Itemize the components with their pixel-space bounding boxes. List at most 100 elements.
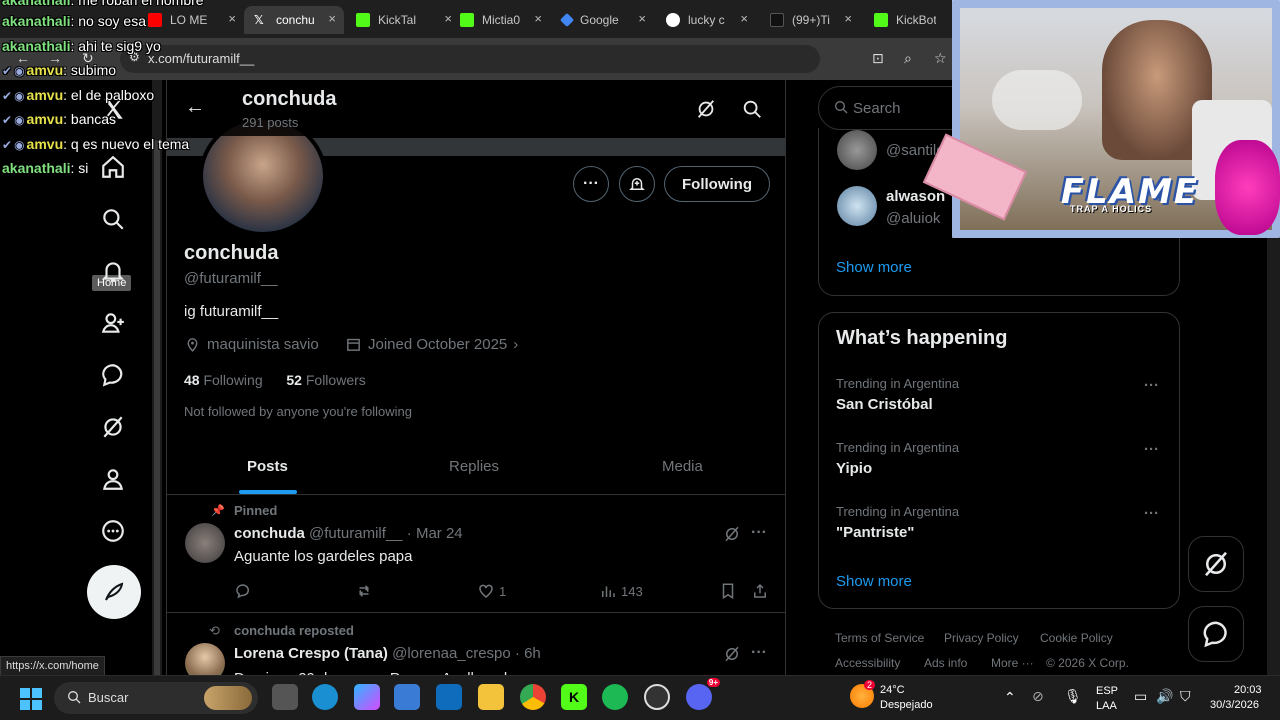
repost-button[interactable] xyxy=(355,582,377,600)
obs-icon[interactable] xyxy=(644,684,670,710)
windows-start-icon[interactable] xyxy=(20,688,42,710)
messages-icon[interactable] xyxy=(98,360,128,390)
trend-more-button[interactable]: ··· xyxy=(1144,505,1159,522)
zoom-icon[interactable]: ⌕ xyxy=(904,50,912,67)
browser-tab[interactable]: Mictia0 × xyxy=(460,6,542,34)
following-count-link[interactable]: 48 Following xyxy=(184,372,263,388)
footer-accessibility-link[interactable]: Accessibility xyxy=(835,656,900,670)
compose-post-button[interactable] xyxy=(87,565,141,619)
trend-name[interactable]: "Pantriste" xyxy=(836,524,914,541)
copilot-icon[interactable] xyxy=(354,684,380,710)
browser-tab[interactable]: Google × xyxy=(559,6,646,34)
close-tab-icon[interactable]: × xyxy=(444,11,452,26)
like-button[interactable]: 1 xyxy=(477,582,506,600)
bookmark-star-icon[interactable]: ☆ xyxy=(934,50,947,67)
follow-icon[interactable] xyxy=(98,308,128,338)
chevron-up-icon[interactable]: ⌃ xyxy=(1004,689,1016,706)
discord-icon[interactable]: 9+ xyxy=(686,678,720,710)
language-indicator[interactable]: ESP xyxy=(1096,685,1118,697)
messages-floating-button[interactable] xyxy=(1188,606,1244,662)
task-view-icon[interactable] xyxy=(272,684,298,710)
close-tab-icon[interactable]: × xyxy=(638,11,646,26)
tab-posts[interactable]: Posts xyxy=(247,458,288,475)
close-tab-icon[interactable]: × xyxy=(740,11,748,26)
footer-more-link[interactable]: More ··· xyxy=(991,656,1034,670)
taskbar-search-input[interactable]: Buscar xyxy=(54,682,258,714)
wifi-off-icon[interactable]: ⊘ xyxy=(1032,688,1044,705)
browser-tab-active[interactable]: 𝕏 conchu × xyxy=(244,6,344,34)
keyboard-layout[interactable]: LAA xyxy=(1096,700,1117,712)
tweet-author-name[interactable]: Lorena Crespo (Tana) xyxy=(234,645,388,662)
browser-tab[interactable]: KickTal × xyxy=(356,6,452,34)
grok-icon[interactable] xyxy=(98,412,128,442)
chrome-icon[interactable] xyxy=(520,684,546,710)
mod-badge-icon: ◉ xyxy=(14,89,25,103)
recommendation-name[interactable]: alwason xyxy=(886,188,945,205)
recommendation-avatar[interactable] xyxy=(837,130,877,170)
tweet-avatar[interactable] xyxy=(185,523,225,563)
footer-cookie-link[interactable]: Cookie Policy xyxy=(1040,631,1113,645)
footer-ads-link[interactable]: Ads info xyxy=(924,656,967,670)
grok-icon[interactable] xyxy=(723,645,741,668)
trend-more-button[interactable]: ··· xyxy=(1144,441,1159,458)
footer-privacy-link[interactable]: Privacy Policy xyxy=(944,631,1019,645)
grok-icon[interactable] xyxy=(723,525,741,548)
views-button[interactable]: 143 xyxy=(599,582,643,600)
notifications-icon[interactable] xyxy=(98,256,128,286)
browser-tab[interactable]: (99+)Ti × xyxy=(770,6,852,34)
tweet-more-button[interactable]: ··· xyxy=(751,524,767,542)
browser-tab[interactable]: KickBot xyxy=(874,6,954,34)
footer-terms-link[interactable]: Terms of Service xyxy=(835,631,924,645)
close-tab-icon[interactable]: × xyxy=(844,11,852,26)
close-tab-icon[interactable]: × xyxy=(534,11,542,26)
more-options-button[interactable]: ··· xyxy=(573,166,609,202)
show-more-link[interactable]: Show more xyxy=(836,573,912,590)
browser-tab[interactable]: lucky c × xyxy=(666,6,748,34)
store-icon[interactable] xyxy=(394,684,420,710)
tab-media[interactable]: Media xyxy=(662,458,703,475)
tweet-date[interactable]: · 6h xyxy=(515,645,541,662)
recommendation-handle[interactable]: @aluiok xyxy=(886,210,940,227)
more-icon[interactable] xyxy=(98,516,128,546)
following-button[interactable]: Following xyxy=(664,166,770,202)
reposted-label[interactable]: conchuda reposted xyxy=(234,623,354,638)
tweet-author-name[interactable]: conchuda xyxy=(234,525,305,542)
recommendation-avatar[interactable] xyxy=(837,186,877,226)
close-tab-icon[interactable]: × xyxy=(328,11,336,26)
clock-time[interactable]: 20:03 xyxy=(1234,684,1262,696)
followers-count-link[interactable]: 52 Followers xyxy=(286,372,365,388)
display-icon[interactable]: ▭ xyxy=(1134,688,1147,705)
spotify-icon[interactable] xyxy=(602,684,628,710)
volume-icon[interactable]: 🔊 xyxy=(1156,688,1173,705)
weather-icon[interactable]: 2 xyxy=(850,680,876,708)
outlook-icon[interactable] xyxy=(436,684,462,710)
bookmark-button[interactable] xyxy=(719,582,741,600)
weather-temp[interactable]: 24°C xyxy=(880,684,905,696)
notify-bell-button[interactable] xyxy=(619,166,655,202)
kick-app-icon[interactable]: K xyxy=(561,684,587,710)
file-explorer-icon[interactable] xyxy=(478,684,504,710)
tweet-date[interactable]: · Mar 24 xyxy=(407,525,463,542)
edge-icon[interactable] xyxy=(312,684,338,710)
security-shield-icon[interactable]: ⛉ xyxy=(1180,688,1191,705)
tweet-author-handle[interactable]: @lorenaa_crespo xyxy=(392,645,511,662)
profile-joined[interactable]: Joined October 2025 › xyxy=(345,336,518,353)
search-icon[interactable] xyxy=(741,98,763,125)
tab-replies[interactable]: Replies xyxy=(449,458,499,475)
clock-date[interactable]: 30/3/2026 xyxy=(1210,699,1259,711)
trend-name[interactable]: Yipio xyxy=(836,460,872,477)
weather-desc[interactable]: Despejado xyxy=(880,699,933,711)
explore-icon[interactable] xyxy=(98,204,128,234)
share-button[interactable] xyxy=(751,582,773,600)
microphone-icon[interactable]: 🎙 xyxy=(1064,688,1082,705)
grok-floating-button[interactable] xyxy=(1188,536,1244,592)
show-more-link[interactable]: Show more xyxy=(836,259,912,276)
profile-icon[interactable] xyxy=(98,464,128,494)
trend-more-button[interactable]: ··· xyxy=(1144,377,1159,394)
reply-button[interactable] xyxy=(234,582,256,600)
trend-name[interactable]: San Cristóbal xyxy=(836,396,933,413)
tweet-author-handle[interactable]: @futuramilf__ xyxy=(309,525,403,542)
tweet-more-button[interactable]: ··· xyxy=(751,644,767,662)
grok-icon[interactable] xyxy=(695,98,717,125)
install-app-icon[interactable]: ⊡ xyxy=(872,50,884,67)
